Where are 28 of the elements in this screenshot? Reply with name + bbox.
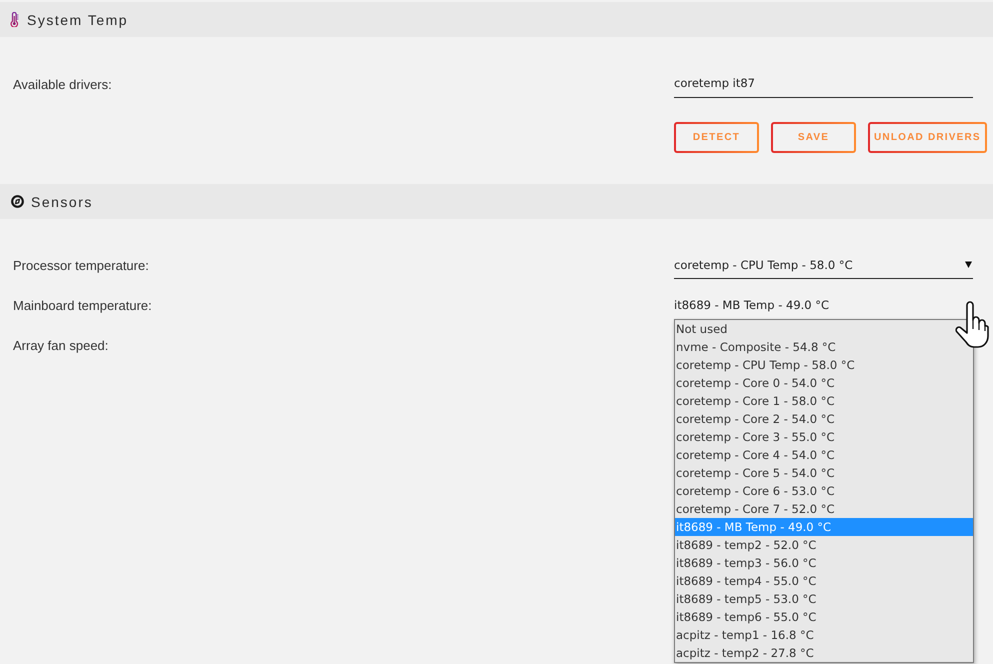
section-title: Sensors — [31, 194, 93, 210]
dropdown-option[interactable]: coretemp - Core 0 - 54.0 °C — [675, 374, 973, 392]
dropdown-option[interactable]: coretemp - Core 7 - 52.0 °C — [675, 500, 973, 518]
dropdown-option[interactable]: acpitz - temp1 - 16.8 °C — [675, 626, 973, 644]
dropdown-option[interactable]: coretemp - CPU Temp - 58.0 °C — [675, 356, 973, 374]
dropdown-option[interactable]: coretemp - Core 3 - 55.0 °C — [675, 428, 973, 446]
field-label: Available drivers: — [13, 76, 112, 92]
dropdown-option[interactable]: coretemp - Core 2 - 54.0 °C — [675, 410, 973, 428]
compass-icon — [11, 195, 24, 208]
caret-icon — [965, 261, 972, 268]
field-label: Mainboard temperature: — [13, 298, 152, 312]
dropdown-option[interactable]: it8689 - temp2 - 52.0 °C — [675, 536, 973, 554]
thermometer-icon — [10, 12, 19, 27]
dropdown-option[interactable]: coretemp - Core 4 - 54.0 °C — [675, 446, 973, 464]
dropdown-option[interactable]: it8689 - temp4 - 55.0 °C — [675, 572, 973, 590]
hand-cursor-icon — [955, 301, 989, 349]
input-field[interactable]: coretemp it87 — [674, 70, 973, 98]
dropdown-option[interactable]: coretemp - Core 1 - 58.0 °C — [675, 392, 973, 410]
field-label: Array fan speed: — [13, 338, 108, 352]
dropdown-option[interactable]: it8689 - temp6 - 55.0 °C — [675, 608, 973, 626]
dropdown-option[interactable]: coretemp - Core 6 - 53.0 °C — [675, 482, 973, 500]
field-label: Processor temperature: — [13, 258, 149, 272]
dropdown-option[interactable]: acpitz - temp2 - 27.8 °C — [675, 644, 973, 662]
dropdown-option[interactable]: it8689 - temp3 - 56.0 °C — [675, 554, 973, 572]
select-field[interactable]: coretemp - CPU Temp - 58.0 °C — [674, 251, 973, 279]
dropdown-option[interactable]: it8689 - temp5 - 53.0 °C — [675, 590, 973, 608]
section-title: System Temp — [27, 12, 128, 28]
dropdown-option[interactable]: coretemp - Core 5 - 54.0 °C — [675, 464, 973, 482]
